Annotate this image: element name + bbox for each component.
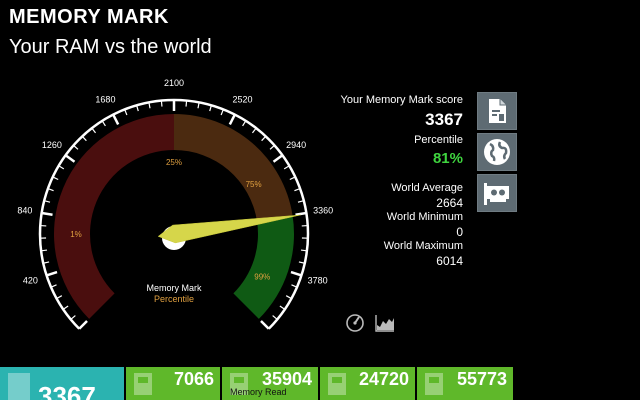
gauge-scale-label: 1260 [42,140,62,150]
chart-icon[interactable] [374,313,396,333]
tile-3[interactable]: 24720 [320,367,415,400]
gauge-scale-label: 3360 [313,205,333,215]
gauge-icon[interactable] [344,313,366,333]
percentile-value: 81% [432,150,463,167]
gauge-minor-tick [52,176,59,181]
gauge-major-tick [41,211,53,216]
hardware-icon [484,183,509,205]
globe-button[interactable] [477,133,517,171]
gauge-minor-tick [242,120,247,127]
tile-2-label: Memory Read [230,387,287,397]
tile-1[interactable]: 7066 [126,367,220,400]
globe-icon [484,139,510,165]
gauge-minor-tick [269,144,275,150]
memory-chip-icon [328,373,346,395]
tile-2[interactable]: 35904 Memory Read [222,367,318,400]
gauge-minor-tick [279,305,286,310]
document-button[interactable] [477,92,517,130]
hardware-button[interactable] [477,174,517,212]
world-average-value: 2664 [436,196,463,210]
gauge-minor-tick [73,144,79,150]
gauge-major-tick [64,154,76,163]
world-average-label: World Average [391,182,463,194]
tile-1-value: 7066 [173,369,214,389]
gauge-major-tick [295,211,307,216]
gauge-minor-tick [40,249,48,252]
gauge-scale-label: 2940 [286,140,306,150]
gauge-minor-tick [70,315,76,320]
document-icon [489,99,506,123]
gauge-scale-label: 840 [17,205,32,215]
tile-4-value: 55773 [456,369,507,389]
world-maximum-value: 6014 [436,254,463,268]
tile-overall[interactable]: 3367 [0,367,124,400]
gauge-band-mid [174,114,293,221]
gauge-minor-tick [289,176,296,181]
gauge-major-tick [290,270,302,277]
gauge-scale-label: 420 [23,276,38,286]
memory-chip-icon [425,373,443,395]
gauge-band-high [233,215,294,319]
percentile-label: Percentile [414,134,463,146]
gauge-major-tick [112,114,120,125]
gauge-percentile-label: 75% [246,180,262,189]
tile-overall-value: 3367 [38,381,96,400]
gauge-scale-label: 1680 [95,94,115,104]
score-tiles: 3367 7066 35904 Memory Read 24720 55773 [0,367,640,400]
world-minimum-label: World Minimum [386,211,463,223]
gauge-major-tick [260,320,270,330]
tile-4[interactable]: 55773 [417,367,513,400]
gauge-minor-tick [101,120,106,127]
gauge-minor-tick [272,315,278,320]
gauge-minor-tick [300,249,308,252]
gauge-minor-tick [56,295,63,300]
gauge-minor-tick [160,100,163,107]
gauge-scale-label: 3780 [308,276,328,286]
gauge-minor-tick [261,135,267,142]
memory-chip-icon [8,373,30,400]
gauge-percentile-label: 25% [166,158,182,167]
gauge-scale-label: 2100 [164,78,184,88]
gauge-scale-label: 2520 [233,94,253,104]
score-label: Your Memory Mark score [340,94,463,106]
world-maximum-label: World Maximum [383,240,463,252]
gauge-minor-tick [58,165,65,170]
gauge-minor-tick [185,100,188,107]
world-minimum-value: 0 [456,225,463,239]
score-value: 3367 [425,110,463,129]
gauge-major-tick [272,154,284,163]
gauge-major-tick [78,320,88,330]
gauge-percentile-label: 99% [254,273,270,282]
gauge-center-label: Memory Mark [146,283,202,293]
gauge-center-sublabel: Percentile [154,294,194,304]
gauge-percentile-label: 1% [70,230,82,239]
memory-gauge: 042084012601680210025202940336037804200 … [17,78,333,330]
gauge-minor-tick [283,165,290,170]
gauge-minor-tick [62,305,69,310]
gauge-major-tick [228,114,236,125]
gauge-major-tick [46,270,58,277]
memory-chip-icon [134,373,152,395]
gauge-minor-tick [81,135,87,142]
gauge-minor-tick [251,127,257,134]
gauge-minor-tick [285,295,292,300]
gauge-minor-tick [91,127,97,134]
tile-3-value: 24720 [358,369,409,389]
